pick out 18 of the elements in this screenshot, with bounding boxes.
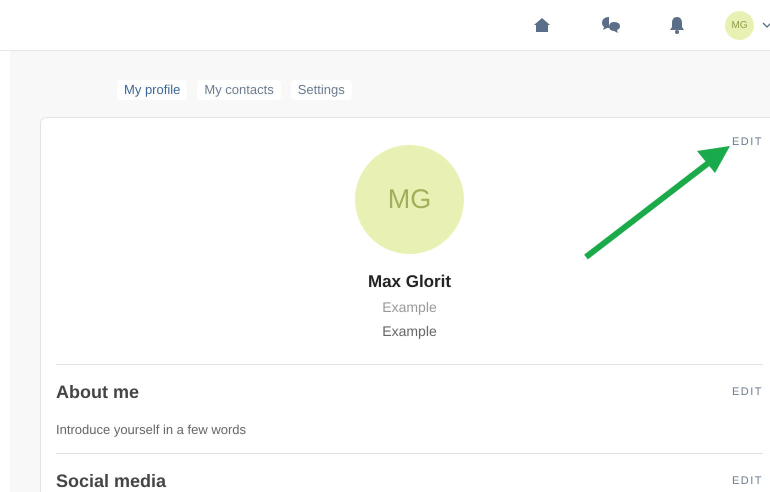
- profile-line: Example: [382, 322, 437, 341]
- bell-icon[interactable]: [669, 16, 685, 34]
- avatar: MG: [355, 145, 464, 254]
- edit-link[interactable]: EDIT: [732, 134, 763, 150]
- edit-link[interactable]: EDIT: [732, 473, 763, 490]
- home-icon[interactable]: [533, 17, 551, 33]
- tab[interactable]: My profile: [117, 80, 188, 100]
- section-title: About me: [56, 380, 139, 404]
- user-avatar[interactable]: MG: [725, 10, 754, 40]
- edit-link[interactable]: EDIT: [732, 384, 763, 400]
- chevron-down-icon[interactable]: [762, 22, 770, 28]
- user-name: Max Glorit: [368, 271, 452, 293]
- tab[interactable]: My contacts: [197, 80, 281, 100]
- tab[interactable]: Settings: [290, 80, 352, 100]
- profile-line: Example: [382, 298, 437, 317]
- section-text: Introduce yourself in a few words: [56, 420, 248, 439]
- section-title: Social media: [56, 470, 166, 492]
- chat-icon[interactable]: [601, 16, 621, 34]
